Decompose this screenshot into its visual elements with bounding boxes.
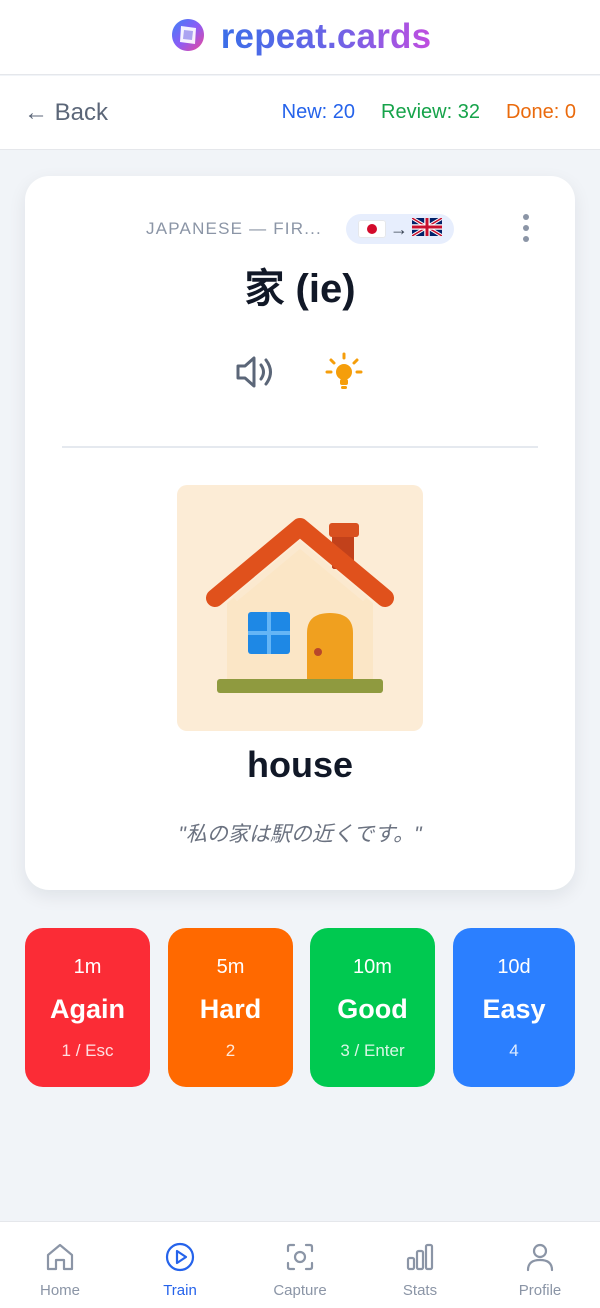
nav-item-capture[interactable]: Capture — [240, 1222, 360, 1308]
easy-shortcut: 4 — [509, 1041, 519, 1060]
jp-flag-icon — [357, 220, 386, 238]
again-label: Again — [49, 994, 125, 1024]
logo-icon — [169, 16, 207, 59]
hard-button[interactable]: 5m Hard 2 — [168, 928, 293, 1087]
home-icon — [43, 1240, 77, 1278]
uk-flag-icon — [411, 215, 443, 241]
nav-item-home[interactable]: Home — [0, 1222, 120, 1308]
flashcard: JAPANESE — FIR... → 家 (ie) house "私の家は駅の… — [25, 176, 575, 890]
language-arrow: → — [389, 218, 408, 239]
again-interval: 1m — [73, 956, 102, 978]
card-meta: JAPANESE — FIR... → — [25, 214, 575, 244]
good-button[interactable]: 10m Good 3 / Enter — [310, 928, 435, 1087]
session-counts: New: 20 Review: 32 Done: 0 — [282, 101, 576, 124]
card-divider — [62, 446, 538, 448]
card-actions — [25, 352, 575, 392]
again-button[interactable]: 1m Again 1 / Esc — [25, 928, 150, 1087]
bar-chart-icon — [403, 1240, 437, 1278]
bottom-nav: Home Train Capture Stats Profile — [0, 1221, 600, 1308]
hard-interval: 5m — [216, 956, 245, 978]
more-options-icon[interactable] — [521, 214, 531, 242]
example-sentence: "私の家は駅の近くです。" — [178, 823, 422, 846]
nav-label-train: Train — [163, 1282, 197, 1299]
nav-label-home: Home — [39, 1282, 80, 1299]
deck-label: JAPANESE — FIR... — [146, 219, 322, 238]
speaker-icon[interactable] — [234, 352, 278, 392]
hard-label: Hard — [199, 994, 262, 1024]
done-count: Done: 0 — [505, 101, 576, 123]
language-pair-badge: → — [345, 214, 454, 244]
nav-item-stats[interactable]: Stats — [360, 1222, 480, 1308]
easy-interval: 10d — [497, 956, 531, 978]
nav-label-profile: Profile — [518, 1282, 562, 1299]
play-circle-icon — [163, 1240, 197, 1278]
nav-label-capture: Capture — [273, 1282, 327, 1299]
new-count: New: 20 — [281, 101, 355, 123]
session-bar: ← Back New: 20 Review: 32 Done: 0 — [0, 76, 600, 150]
easy-button[interactable]: 10d Easy 4 — [453, 928, 575, 1087]
camera-scan-icon — [283, 1240, 317, 1278]
card-answer: house — [246, 744, 353, 785]
good-shortcut: 3 / Enter — [340, 1041, 405, 1060]
nav-item-profile[interactable]: Profile — [480, 1222, 600, 1308]
again-shortcut: 1 / Esc — [61, 1041, 114, 1060]
easy-label: Easy — [482, 994, 546, 1024]
house-illustration — [177, 485, 423, 731]
brand[interactable]: repeat.cards — [169, 16, 432, 59]
good-label: Good — [337, 994, 408, 1024]
user-icon — [523, 1240, 557, 1278]
back-button[interactable]: ← Back — [24, 99, 108, 127]
app-name: repeat.cards — [220, 17, 432, 56]
card-term: 家 (ie) — [244, 267, 356, 311]
app-header: repeat.cards — [0, 0, 600, 75]
nav-item-train[interactable]: Train — [120, 1222, 240, 1308]
nav-label-stats: Stats — [402, 1282, 438, 1299]
review-count: Review: 32 — [381, 101, 480, 123]
lightbulb-hint-icon[interactable] — [322, 352, 366, 392]
hard-shortcut: 2 — [225, 1041, 236, 1060]
good-interval: 10m — [353, 956, 392, 978]
